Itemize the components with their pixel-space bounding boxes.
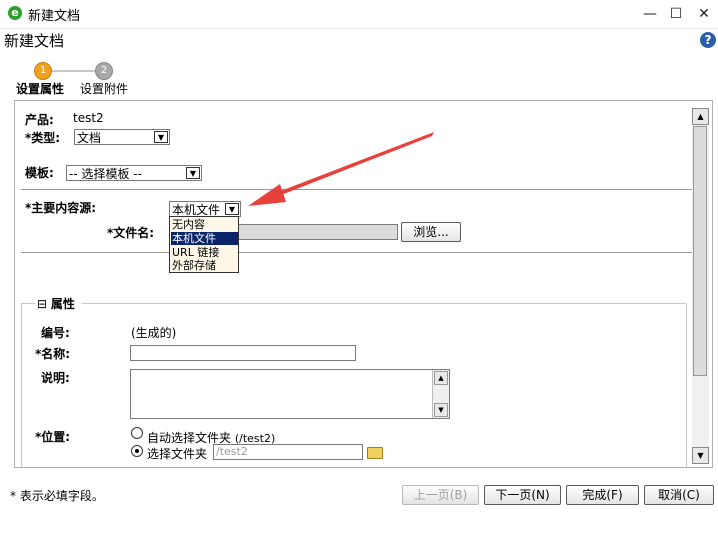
type-label: *类型: [25,131,61,145]
source-option-none[interactable]: 无内容 [171,218,238,231]
cancel-button[interactable]: 取消(C) [644,485,714,505]
number-value: (生成的) [131,326,177,340]
source-dropdown-list: 无内容 本机文件 URL 链接 外部存储 [169,216,239,273]
divider [21,252,693,253]
form-scrollbar[interactable]: ▲ ▼ [692,108,709,464]
folder-input[interactable]: /test2 [213,444,363,460]
minimize-button[interactable]: — [636,2,664,26]
product-label: 产品: [25,113,54,127]
chevron-down-icon: ▼ [154,131,168,143]
template-label: 模板: [25,166,54,180]
browse-button[interactable]: 浏览... [401,222,461,242]
page-title: 新建文档 [4,32,65,50]
annotation-arrow-icon [248,132,434,206]
chevron-down-icon: ▼ [186,167,200,179]
template-select[interactable]: -- 选择模板 -- ▼ [66,165,202,181]
choose-folder-radio[interactable] [131,445,143,457]
previous-button[interactable]: 上一页(B) [402,485,479,505]
description-label: 说明: [41,371,70,385]
source-label: *主要内容源: [25,201,97,215]
step-1-label: 设置属性 [16,82,65,96]
scroll-down-icon[interactable]: ▼ [434,403,448,417]
step-1-indicator: 1 [34,62,52,80]
source-option-local-file[interactable]: 本机文件 [171,232,238,245]
auto-folder-radio[interactable] [131,427,143,439]
next-button[interactable]: 下一页(N) [484,485,561,505]
type-select[interactable]: 文档 ▼ [74,129,170,145]
description-textarea[interactable]: ▲ ▼ [130,369,450,419]
scrollbar-thumb[interactable] [693,126,707,376]
close-button[interactable]: ✕ [690,2,718,26]
name-label: *名称: [35,347,71,361]
chevron-down-icon: ▼ [225,203,239,215]
maximize-button[interactable]: ☐ [662,2,690,26]
filename-label: *文件名: [107,226,155,240]
location-label: *位置: [35,430,71,444]
folder-icon[interactable] [367,447,383,459]
number-label: 编号: [41,326,70,340]
scroll-down-icon[interactable]: ▼ [692,447,709,464]
app-logo-icon: e [8,6,22,20]
step-connector [51,70,95,72]
window-title: 新建文档 [28,9,81,24]
scroll-up-icon[interactable]: ▲ [434,371,448,385]
source-select[interactable]: 本机文件 ▼ [169,201,241,217]
name-input[interactable] [130,345,356,361]
scroll-up-icon[interactable]: ▲ [692,108,709,125]
properties-title: 属性 [50,297,75,311]
source-option-url[interactable]: URL 链接 [171,246,238,259]
finish-button[interactable]: 完成(F) [566,485,639,505]
collapse-icon[interactable]: ⊟ [37,297,47,311]
source-option-external[interactable]: 外部存储 [171,259,238,272]
properties-header: ⊟ 属性 [35,295,81,312]
required-note: * 表示必填字段。 [10,489,104,503]
product-value: test2 [73,111,104,125]
step-2-label: 设置附件 [80,82,129,96]
step-2-indicator: 2 [95,62,113,80]
choose-folder-label: 选择文件夹 [147,447,208,461]
help-icon[interactable]: ? [700,32,716,48]
window-titlebar [0,0,718,29]
